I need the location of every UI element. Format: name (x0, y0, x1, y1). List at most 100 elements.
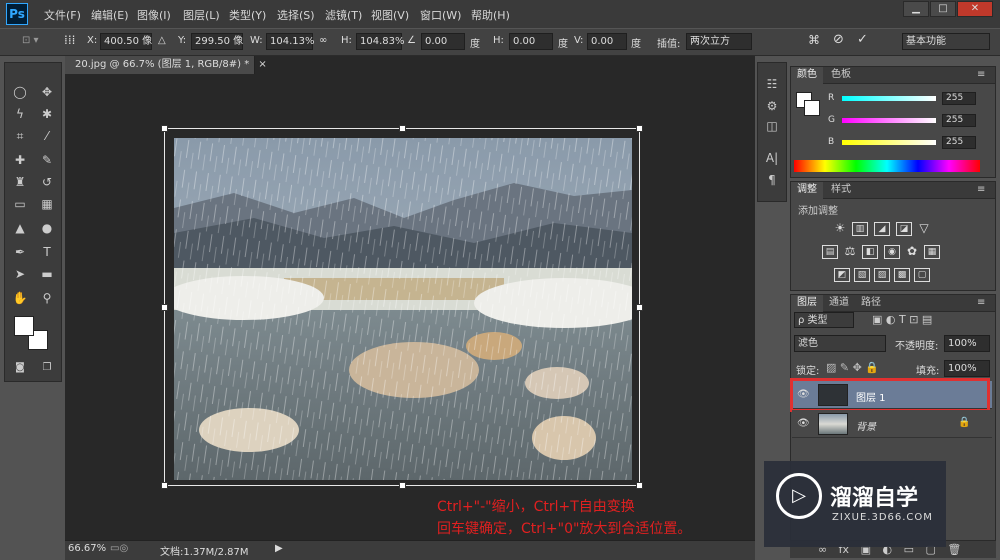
actions-icon[interactable]: ⚙ (762, 96, 782, 116)
blend-mode-select[interactable]: 滤色 (794, 335, 886, 352)
quick-mask-icon[interactable]: ◙ (10, 358, 30, 378)
g-value[interactable]: 255 (942, 114, 976, 127)
paragraph-icon[interactable]: ¶ (762, 170, 782, 190)
layer-filter-select[interactable]: ρ 类型 (794, 312, 854, 328)
warp-mode-icon[interactable]: ⌘ (808, 33, 820, 47)
menu-select[interactable]: 选择(S) (277, 7, 315, 23)
minimize-button[interactable]: ▁ (903, 1, 929, 17)
delta-icon[interactable]: △ (158, 35, 166, 46)
menu-filter[interactable]: 滤镜(T) (325, 7, 362, 23)
tab-paths[interactable]: 路径 (855, 295, 887, 312)
cancel-transform-icon[interactable]: ⊘ (833, 32, 844, 47)
magic-wand-icon[interactable]: ✱ (37, 104, 57, 124)
path-select-icon[interactable]: ➤ (10, 264, 30, 284)
rotate-field[interactable]: 0.00 (421, 33, 465, 50)
type-icon[interactable]: T (37, 242, 57, 262)
height-field[interactable]: 104.83% (356, 33, 405, 50)
levels-icon[interactable]: ▥ (852, 222, 868, 236)
menu-edit[interactable]: 编辑(E) (91, 7, 129, 23)
menu-layer[interactable]: 图层(L) (183, 7, 220, 23)
r-value[interactable]: 255 (942, 92, 976, 105)
move-icon[interactable]: ✥ (37, 82, 57, 102)
brush-icon[interactable]: ✎ (37, 150, 57, 170)
invert-icon[interactable]: ◩ (834, 268, 850, 282)
panel-menu-icon[interactable]: ≡ (971, 67, 991, 84)
lock-icons[interactable]: ▨ ✎ ✥ 🔒 (826, 361, 879, 374)
maximize-button[interactable]: □ (930, 1, 956, 17)
tab-color[interactable]: 颜色 (791, 67, 823, 84)
posterize-icon[interactable]: ▧ (854, 268, 870, 282)
opacity-field[interactable]: 100% (944, 335, 990, 352)
tab-adjustments[interactable]: 调整 (791, 182, 823, 199)
b-value[interactable]: 255 (942, 136, 976, 149)
dodge-icon[interactable]: ● (37, 218, 57, 238)
fill-field[interactable]: 100% (944, 360, 990, 377)
link-icon[interactable]: ∞ (319, 35, 327, 46)
y-position-field[interactable]: 299.50 像 (191, 33, 243, 50)
eyedropper-icon[interactable]: ⁄ (37, 126, 57, 146)
foreground-color-top[interactable] (14, 316, 34, 336)
history-brush-icon[interactable]: ↺ (37, 172, 57, 192)
character-icon[interactable]: A| (762, 148, 782, 168)
menu-window[interactable]: 窗口(W) (420, 7, 461, 23)
status-menu-arrow-icon[interactable]: ▶ (275, 543, 283, 554)
vskew-field[interactable]: 0.00 (587, 33, 627, 50)
r-slider[interactable] (842, 96, 936, 101)
background-visibility-icon[interactable]: 👁 (797, 418, 810, 429)
menu-image[interactable]: 图像(I) (137, 7, 171, 23)
document-close-icon[interactable]: × (258, 59, 266, 70)
menu-type[interactable]: 类型(Y) (229, 7, 266, 23)
reference-point-icon[interactable]: ⁞⁞⁞ (64, 33, 75, 47)
transform-handle-bl[interactable] (161, 482, 168, 489)
pen-icon[interactable]: ✒ (10, 242, 30, 262)
healing-brush-icon[interactable]: ✚ (10, 150, 30, 170)
threshold-icon[interactable]: ▨ (874, 268, 890, 282)
gradient-icon[interactable]: ▦ (37, 194, 57, 214)
color-lookup-icon[interactable]: ▦ (924, 245, 940, 259)
menu-help[interactable]: 帮助(H) (471, 7, 510, 23)
document-tab[interactable]: 20.jpg @ 66.7% (图层 1, RGB/8#) * × (65, 56, 267, 74)
selective-color-icon[interactable]: ▢ (914, 268, 930, 282)
blur-icon[interactable]: ▲ (10, 218, 30, 238)
transform-handle-tl[interactable] (161, 125, 168, 132)
zoom-level[interactable]: 66.67% (68, 543, 106, 554)
hue-saturation-icon[interactable]: ▤ (822, 245, 838, 259)
transform-handle-br[interactable] (636, 482, 643, 489)
tab-layers[interactable]: 图层 (791, 295, 823, 312)
screen-mode-icon[interactable]: ❐ (37, 358, 57, 378)
menu-view[interactable]: 视图(V) (371, 7, 409, 23)
layers-menu-icon[interactable]: ≡ (971, 295, 991, 312)
channel-mixer-icon[interactable]: ✿ (904, 245, 920, 259)
black-white-icon[interactable]: ◧ (862, 245, 878, 259)
lasso-icon[interactable]: ϟ (10, 104, 30, 124)
history-icon[interactable]: ☷ (762, 74, 782, 94)
properties-icon[interactable]: ◫ (762, 116, 782, 136)
tab-swatches[interactable]: 色板 (825, 67, 857, 84)
exposure-icon[interactable]: ◪ (896, 222, 912, 236)
color-spectrum[interactable] (794, 160, 980, 172)
transform-handle-b[interactable] (399, 482, 406, 489)
tab-channels[interactable]: 通道 (823, 295, 855, 312)
curves-icon[interactable]: ◢ (874, 222, 890, 236)
layer-filter-icons[interactable]: ▣ ◐ T ⊡ ▤ (872, 313, 932, 326)
crop-icon[interactable]: ⌗ (10, 126, 30, 146)
tab-styles[interactable]: 样式 (825, 182, 857, 199)
transform-handle-l[interactable] (161, 304, 168, 311)
gradient-map-icon[interactable]: ▩ (894, 268, 910, 282)
background-layer-name[interactable]: 背景 (856, 418, 876, 433)
vibrance-icon[interactable]: ▽ (916, 222, 932, 236)
photo-filter-icon[interactable]: ◉ (884, 245, 900, 259)
transform-handle-r[interactable] (636, 304, 643, 311)
b-slider[interactable] (842, 140, 936, 145)
zoom-icon[interactable]: ⚲ (37, 288, 57, 308)
g-slider[interactable] (842, 118, 936, 123)
hand-icon[interactable]: ✋ (10, 288, 30, 308)
adjust-menu-icon[interactable]: ≡ (971, 182, 991, 199)
transform-handle-t[interactable] (399, 125, 406, 132)
x-position-field[interactable]: 400.50 像 (100, 33, 152, 50)
interpolation-select[interactable]: 两次立方 (686, 33, 752, 50)
workspace-select[interactable]: 基本功能 (902, 33, 990, 50)
commit-transform-icon[interactable]: ✓ (857, 32, 868, 47)
eraser-icon[interactable]: ▭ (10, 194, 30, 214)
hskew-field[interactable]: 0.00 (509, 33, 553, 50)
